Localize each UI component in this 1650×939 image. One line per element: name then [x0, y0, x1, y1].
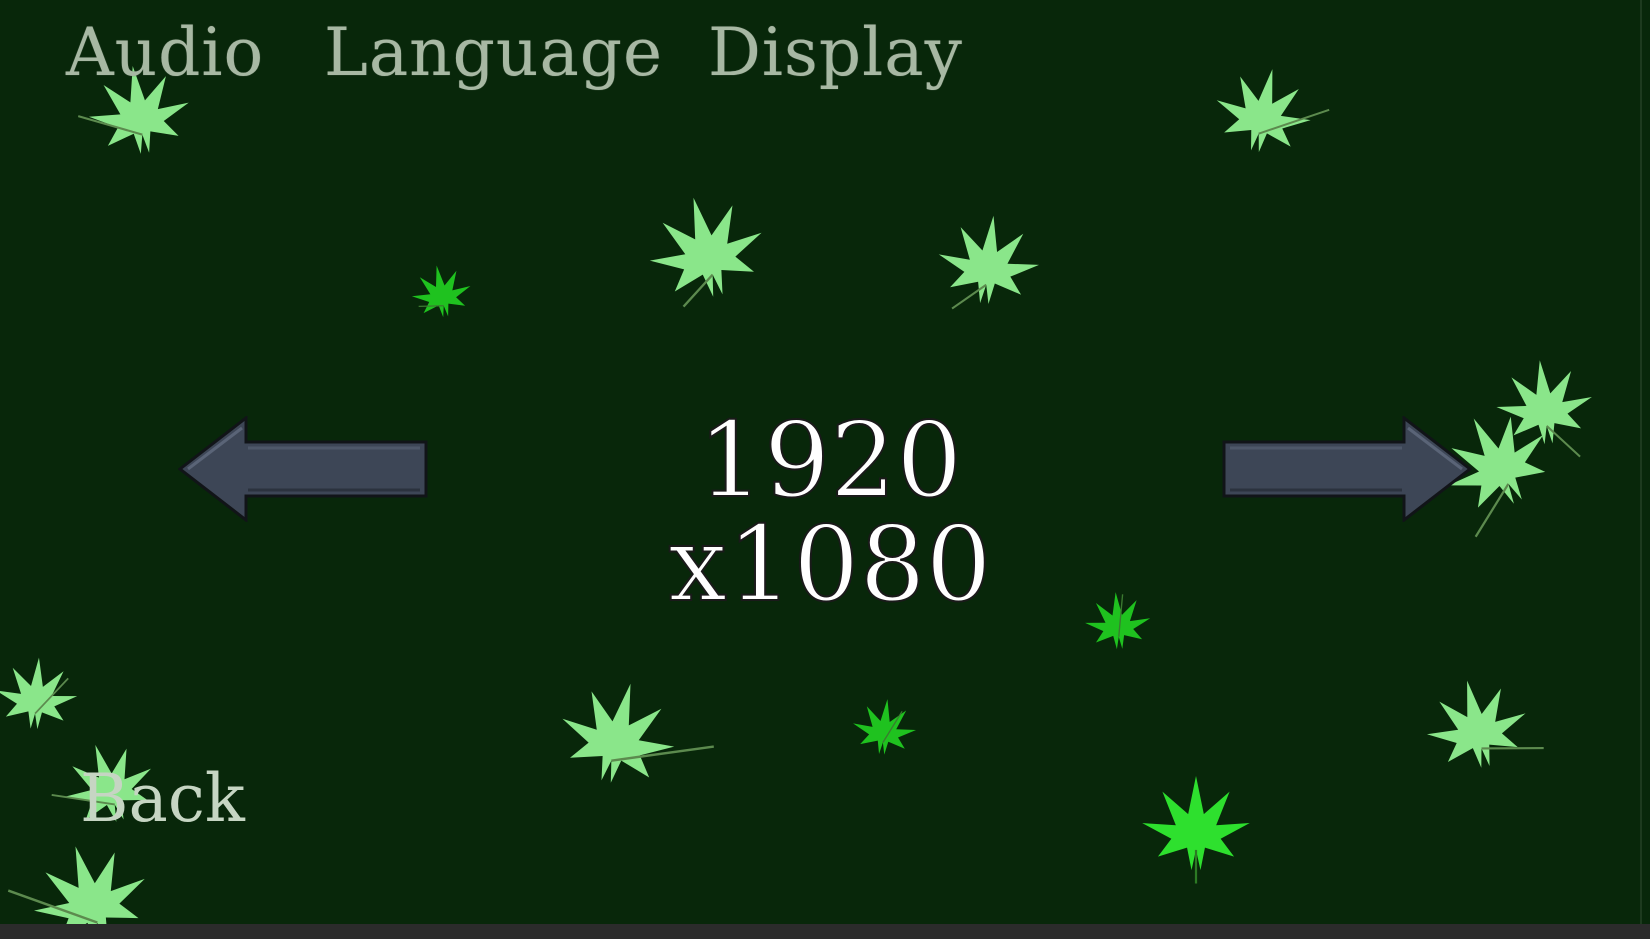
- back-button[interactable]: Back: [80, 766, 245, 832]
- leaf-icon: [407, 260, 475, 322]
- leaf-icon: [1417, 670, 1544, 778]
- next-resolution-button[interactable]: [1222, 414, 1473, 524]
- leaf-icon: [550, 669, 714, 796]
- arrow-left-icon: [177, 414, 428, 524]
- leaf-icon: [1207, 59, 1330, 162]
- previous-resolution-button[interactable]: [177, 414, 428, 524]
- tab-audio[interactable]: Audio: [66, 20, 264, 86]
- leaf-icon: [7, 830, 159, 924]
- leaf-icon: [934, 210, 1044, 310]
- arrow-right-icon: [1222, 414, 1473, 524]
- resolution-value: 1920 x1080: [667, 399, 992, 625]
- leaf-icon: [637, 183, 774, 310]
- tab-display[interactable]: Display: [708, 20, 963, 86]
- leaf-icon: [0, 654, 80, 732]
- window-edge: [1640, 0, 1642, 924]
- game-screen: Audio Language Display 1920 x1080 Back: [0, 0, 1650, 939]
- leaf-icon: [1142, 776, 1250, 884]
- settings-menu: Audio Language Display 1920 x1080 Back: [0, 0, 1650, 924]
- tab-language[interactable]: Language: [324, 20, 663, 86]
- leaf-icon: [850, 695, 919, 758]
- editor-status-bar: [0, 924, 1650, 939]
